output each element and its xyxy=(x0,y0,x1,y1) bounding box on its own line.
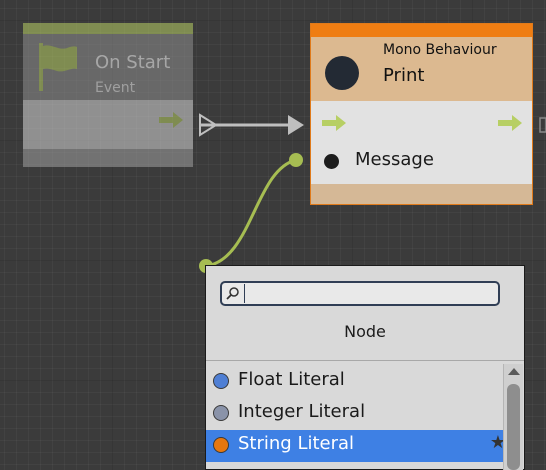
node-subtitle: Event xyxy=(95,80,136,96)
scrollbar-thumb[interactable] xyxy=(507,384,520,470)
flow-out-port-icon[interactable] xyxy=(498,115,522,131)
node-header-bar xyxy=(23,23,193,34)
popup-header: Node xyxy=(344,322,386,341)
float-type-icon xyxy=(213,373,229,389)
node-body xyxy=(23,100,193,167)
flow-in-port-icon[interactable] xyxy=(322,115,346,131)
node-body: Message xyxy=(311,101,532,204)
list-item-label: Float Literal xyxy=(238,369,345,390)
search-box[interactable] xyxy=(220,281,500,306)
node-title-area: Mono Behaviour Print xyxy=(311,37,532,101)
list-item-label: Integer Literal xyxy=(238,401,366,422)
list-item-string-literal[interactable]: String Literal ★ xyxy=(206,430,516,462)
flow-wire-arrow xyxy=(288,115,304,135)
flag-icon xyxy=(39,43,77,91)
list-item-integer-literal[interactable]: Integer Literal xyxy=(206,398,516,430)
search-input[interactable] xyxy=(246,284,498,303)
node-header-bar xyxy=(311,24,532,37)
node-list: Float Literal Integer Literal String Lit… xyxy=(206,366,516,462)
on-start-node[interactable]: On Start Event xyxy=(23,23,193,167)
flow-out-port-icon[interactable] xyxy=(159,112,183,128)
integer-type-icon xyxy=(213,405,229,421)
node-type-icon xyxy=(325,56,359,90)
node-search-popup: Node Float Literal Integer Literal Strin… xyxy=(205,265,525,470)
port-label: Message xyxy=(355,149,434,170)
node-title-area: On Start Event xyxy=(23,34,193,100)
scrollbar[interactable] xyxy=(503,364,523,470)
wire-endpoint-top[interactable] xyxy=(289,153,303,167)
scroll-up-icon[interactable] xyxy=(508,368,520,375)
search-icon xyxy=(226,284,245,303)
data-wire xyxy=(205,158,297,268)
message-port-icon[interactable] xyxy=(324,154,339,169)
string-type-icon xyxy=(213,437,229,453)
offscreen-port-arrow xyxy=(539,117,546,133)
list-item-label: String Literal xyxy=(238,433,355,454)
node-footer xyxy=(311,184,532,204)
node-title: On Start xyxy=(95,52,171,73)
node-category: Mono Behaviour xyxy=(383,42,497,58)
divider xyxy=(206,360,524,361)
list-item-float-literal[interactable]: Float Literal xyxy=(206,366,516,398)
print-node[interactable]: Mono Behaviour Print Message xyxy=(311,24,532,204)
node-title: Print xyxy=(383,65,425,86)
